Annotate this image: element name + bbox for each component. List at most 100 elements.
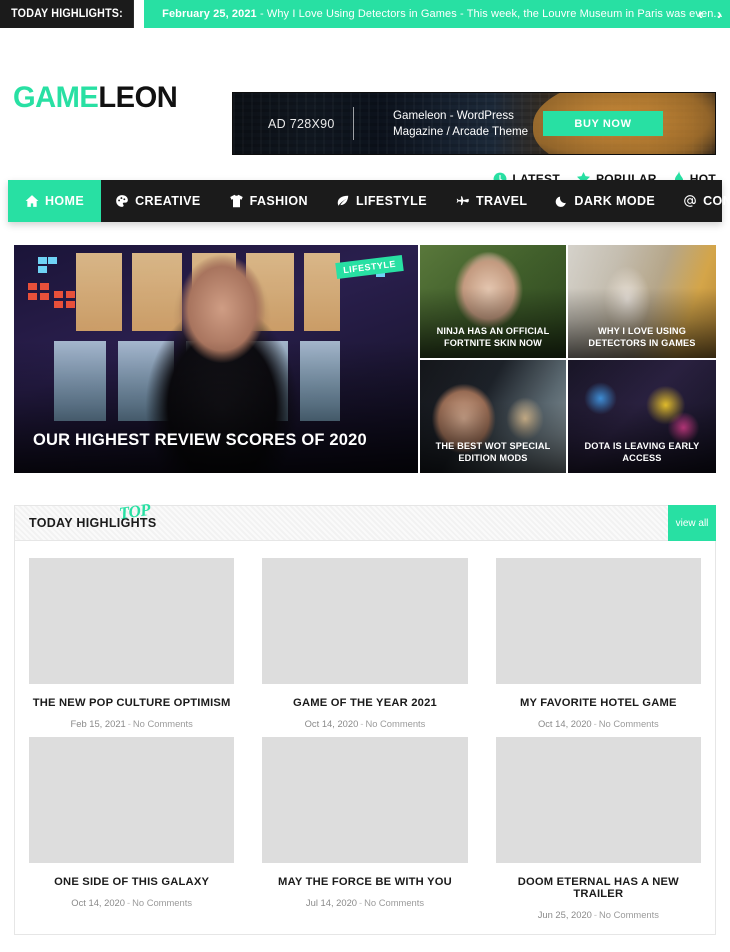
nav-item-lifestyle[interactable]: LIFESTYLE bbox=[322, 180, 441, 222]
post-title[interactable]: GAME OF THE YEAR 2021 bbox=[262, 697, 467, 709]
hero-card[interactable]: THE BEST WOT SPECIAL EDITION MODS bbox=[420, 360, 566, 473]
post-date: Jul 14, 2020 bbox=[305, 897, 358, 908]
hero-card[interactable]: NINJA HAS AN OFFICIAL FORTNITE SKIN NOW bbox=[420, 245, 566, 358]
hero-card-title[interactable]: DOTA IS LEAVING EARLY ACCESS bbox=[574, 441, 710, 465]
post-card[interactable]: DOOM ETERNAL HAS A NEW TRAILER Jun 25, 2… bbox=[482, 729, 715, 920]
post-thumbnail[interactable] bbox=[495, 558, 701, 684]
page-root: TODAY HIGHLIGHTS: February 25, 2021 - Wh… bbox=[0, 0, 730, 952]
view-all-button[interactable]: view all bbox=[668, 505, 716, 541]
home-icon bbox=[25, 194, 39, 208]
ticker-text[interactable]: February 25, 2021 - Why I Love Using Det… bbox=[162, 8, 723, 20]
nav-item-fashion[interactable]: FASHION bbox=[215, 180, 322, 222]
nav-item-label: HOME bbox=[45, 194, 85, 208]
hero-title[interactable]: OUR HIGHEST REVIEW SCORES OF 2020 bbox=[33, 431, 378, 450]
post-card[interactable]: GAME OF THE YEAR 2021 Oct 14, 2020- No Co… bbox=[248, 550, 481, 729]
post-title[interactable]: ONE SIDE OF THIS GALAXY bbox=[29, 876, 234, 888]
logo-part-2: LEON bbox=[98, 81, 178, 114]
nav-item-label: FASHION bbox=[249, 194, 308, 208]
nav-item-travel[interactable]: TRAVEL bbox=[441, 180, 541, 222]
post-comments[interactable]: No Comments bbox=[364, 897, 424, 908]
post-card[interactable]: MY FAVORITE HOTEL GAME Oct 14, 2020- No C… bbox=[482, 550, 715, 729]
post-thumbnail[interactable] bbox=[495, 737, 701, 863]
post-date: Oct 14, 2020 bbox=[71, 897, 125, 908]
post-comments[interactable]: No Comments bbox=[132, 897, 192, 908]
hero-card-grid: NINJA HAS AN OFFICIAL FORTNITE SKIN NOW … bbox=[420, 245, 716, 473]
ad-banner[interactable]: AD 728X90 Gameleon - WordPress Magazine … bbox=[232, 92, 716, 155]
ticker-dash: - bbox=[259, 8, 264, 20]
hero-card-title[interactable]: THE BEST WOT SPECIAL EDITION MODS bbox=[426, 441, 560, 465]
hero-section: LIFESTYLE OUR HIGHEST REVIEW SCORES OF 2… bbox=[14, 245, 716, 473]
ticker-label: TODAY HIGHLIGHTS: bbox=[0, 0, 135, 28]
ad-copy-line-2: Magazine / Arcade Theme bbox=[393, 124, 529, 138]
nav-item-label: LIFESTYLE bbox=[355, 194, 427, 208]
post-meta: Oct 14, 2020- No Comments bbox=[496, 718, 701, 729]
site-logo[interactable]: GAMELEON bbox=[13, 81, 178, 115]
ad-divider bbox=[353, 107, 354, 140]
leaf-icon bbox=[336, 194, 350, 208]
nav-item-label: DARK MODE bbox=[574, 194, 656, 208]
main-navigation: HOME CREATIVE FASHION LIFESTYLE TRAVEL D… bbox=[8, 180, 730, 222]
post-thumbnail[interactable] bbox=[262, 558, 468, 684]
meta-separator: - bbox=[593, 718, 597, 729]
post-grid: THE NEW POP CULTURE OPTIMISM Feb 15, 202… bbox=[15, 541, 715, 920]
post-meta: Oct 14, 2020- No Comments bbox=[262, 718, 467, 729]
site-header: GAMELEON AD 728X90 Gameleon - WordPress … bbox=[0, 28, 730, 186]
nav-item-home[interactable]: HOME bbox=[8, 180, 102, 222]
meta-separator: - bbox=[127, 718, 131, 729]
post-card[interactable]: MAY THE FORCE BE WITH YOU Jul 14, 2020- N… bbox=[248, 729, 481, 920]
post-thumbnail[interactable] bbox=[29, 737, 235, 863]
post-meta: Jun 25, 2020- No Comments bbox=[496, 909, 701, 920]
ad-size-label: AD 728X90 bbox=[268, 116, 335, 131]
nav-item-label: CONTACT bbox=[703, 194, 730, 208]
ticker-date: February 25, 2021 bbox=[162, 8, 257, 20]
hero-card[interactable]: WHY I LOVE USING DETECTORS IN GAMES bbox=[568, 245, 716, 358]
chevron-right-icon[interactable]: › bbox=[717, 7, 722, 22]
chevron-left-icon[interactable]: ‹ bbox=[698, 7, 703, 22]
post-title[interactable]: THE NEW POP CULTURE OPTIMISM bbox=[29, 697, 234, 709]
today-highlights-ticker: TODAY HIGHLIGHTS: February 25, 2021 - Wh… bbox=[0, 0, 730, 28]
hero-card[interactable]: DOTA IS LEAVING EARLY ACCESS bbox=[568, 360, 716, 473]
buy-now-button[interactable]: BUY NOW bbox=[543, 111, 663, 136]
post-comments[interactable]: No Comments bbox=[133, 718, 193, 729]
post-thumbnail[interactable] bbox=[262, 737, 468, 863]
nav-item-contact[interactable]: CONTACT bbox=[669, 180, 730, 222]
post-date: Oct 14, 2020 bbox=[304, 718, 359, 729]
meta-separator: - bbox=[593, 909, 598, 920]
plane-icon bbox=[455, 194, 470, 208]
post-date: Oct 14, 2020 bbox=[537, 718, 592, 729]
post-date: Feb 15, 2021 bbox=[70, 718, 126, 729]
ad-copy: Gameleon - WordPress Magazine / Arcade T… bbox=[393, 108, 528, 139]
post-row: THE NEW POP CULTURE OPTIMISM Feb 15, 202… bbox=[15, 550, 715, 729]
post-card[interactable]: THE NEW POP CULTURE OPTIMISM Feb 15, 202… bbox=[15, 550, 248, 729]
post-thumbnail[interactable] bbox=[29, 558, 235, 684]
at-icon bbox=[683, 194, 697, 208]
nav-item-label: TRAVEL bbox=[475, 194, 528, 208]
post-date: Jun 25, 2020 bbox=[537, 909, 592, 920]
moon-icon bbox=[555, 194, 568, 208]
post-title[interactable]: DOOM ETERNAL HAS A NEW TRAILER bbox=[496, 876, 701, 900]
tshirt-icon bbox=[229, 194, 244, 208]
post-row: ONE SIDE OF THIS GALAXY Oct 14, 2020- No … bbox=[15, 729, 715, 920]
post-comments[interactable]: No Comments bbox=[599, 718, 659, 729]
ticker-nav: ‹ › bbox=[698, 0, 722, 28]
hero-featured-card[interactable]: LIFESTYLE OUR HIGHEST REVIEW SCORES OF 2… bbox=[14, 245, 418, 473]
post-meta: Feb 15, 2021- No Comments bbox=[29, 718, 234, 729]
post-card[interactable]: ONE SIDE OF THIS GALAXY Oct 14, 2020- No … bbox=[15, 729, 248, 920]
hero-card-title[interactable]: NINJA HAS AN OFFICIAL FORTNITE SKIN NOW bbox=[426, 326, 560, 350]
post-comments[interactable]: No Comments bbox=[599, 909, 659, 920]
ticker-body: February 25, 2021 - Why I Love Using Det… bbox=[144, 0, 730, 28]
post-meta: Jul 14, 2020- No Comments bbox=[262, 897, 467, 908]
hero-card-title[interactable]: WHY I LOVE USING DETECTORS IN GAMES bbox=[574, 326, 710, 350]
section-header: TODAY HIGHLIGHTS TOP view all bbox=[15, 500, 716, 541]
nav-item-creative[interactable]: CREATIVE bbox=[101, 180, 214, 222]
ad-copy-line-1: Gameleon - WordPress bbox=[393, 109, 514, 123]
post-meta: Oct 14, 2020- No Comments bbox=[29, 897, 234, 908]
post-title[interactable]: MY FAVORITE HOTEL GAME bbox=[496, 697, 701, 709]
logo-part-1: GAME bbox=[13, 81, 99, 114]
nav-item-dark-mode[interactable]: DARK MODE bbox=[541, 180, 669, 222]
today-highlights-section: TODAY HIGHLIGHTS TOP view all THE NEW PO… bbox=[14, 500, 716, 935]
post-comments[interactable]: No Comments bbox=[365, 718, 425, 729]
post-title[interactable]: MAY THE FORCE BE WITH YOU bbox=[262, 876, 467, 888]
ticker-excerpt: - This week, the Louvre Museum in Paris … bbox=[459, 8, 723, 20]
ticker-headline[interactable]: Why I Love Using Detectors in Games bbox=[267, 8, 457, 20]
